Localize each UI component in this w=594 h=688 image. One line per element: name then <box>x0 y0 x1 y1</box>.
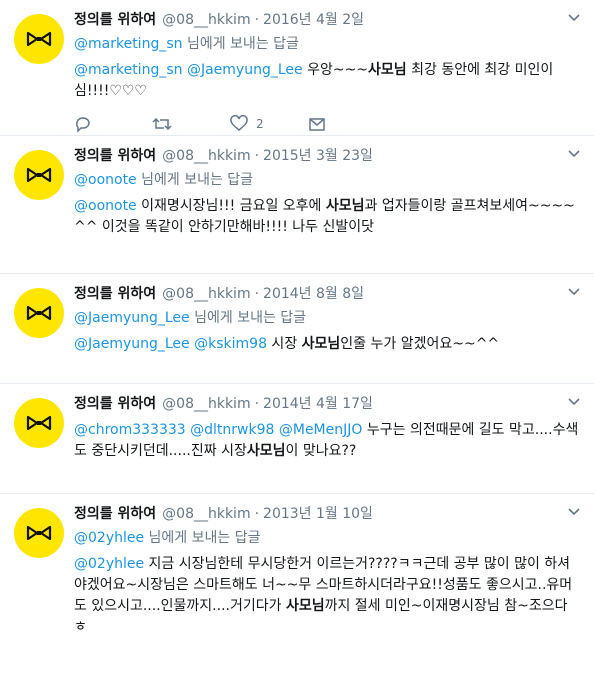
reply-button[interactable] <box>74 115 152 133</box>
highlight-text: 사모님 <box>246 443 286 459</box>
author-name[interactable]: 정의를 위하여 <box>74 146 156 166</box>
like-button[interactable]: 2 <box>230 115 308 133</box>
chevron-down-icon[interactable] <box>566 504 582 520</box>
avatar[interactable] <box>14 14 64 64</box>
tweet-header: 정의를 위하여 @08__hkkim · 2013년 1월 10일 <box>74 504 580 524</box>
tweet[interactable]: 정의를 위하여 @08__hkkim · 2014년 4월 17일 @chrom… <box>0 384 594 494</box>
reply-suffix: 님에게 보내는 답글 <box>182 36 299 52</box>
reply-context: @02yhlee 님에게 보내는 답글 <box>74 528 580 548</box>
tweet-date[interactable]: 2014년 8월 8일 <box>263 284 364 304</box>
mention-link[interactable]: @MeMenJJO <box>279 422 363 438</box>
text-segment: 이 맞나요?? <box>285 443 357 459</box>
retweet-icon <box>152 117 172 131</box>
author-name[interactable]: 정의를 위하여 <box>74 504 156 524</box>
tweet-date[interactable]: 2014년 4월 17일 <box>263 394 373 414</box>
retweet-button[interactable] <box>152 115 230 133</box>
tweet-header: 정의를 위하여 @08__hkkim · 2014년 4월 17일 <box>74 394 580 414</box>
text-segment: 시장 <box>266 336 302 352</box>
mention-link[interactable]: @kskim98 <box>194 336 267 352</box>
separator: · <box>254 12 260 28</box>
text-segment: 우앙~~~ <box>302 62 369 78</box>
author-handle[interactable]: @08__hkkim <box>162 504 250 524</box>
text-segment: 이재명시장님!!! 금요일 오후에 <box>136 198 326 214</box>
mention-link[interactable]: @Jaemyung_Lee <box>187 62 303 78</box>
tweet[interactable]: 정의를 위하여 @08__hkkim · 2015년 3월 23일 @oonot… <box>0 136 594 274</box>
tweet-text: @oonote 이재명시장님!!! 금요일 오후에 사모님과 업자들이랑 골프쳐… <box>74 196 580 238</box>
author-handle[interactable]: @08__hkkim <box>162 394 250 414</box>
highlight-text: 사모님 <box>301 336 341 352</box>
mention-link[interactable]: @dltnrwk98 <box>190 422 274 438</box>
reply-mention[interactable]: @marketing_sn <box>74 36 183 52</box>
tweet-header: 정의를 위하여 @08__hkkim · 2015년 3월 23일 <box>74 146 580 166</box>
heart-icon <box>230 115 248 131</box>
tweet[interactable]: 정의를 위하여 @08__hkkim · 2014년 8월 8일 @Jaemyu… <box>0 274 594 384</box>
reply-context: @oonote 님에게 보내는 답글 <box>74 170 580 190</box>
mention-link[interactable]: @oonote <box>74 198 137 214</box>
tweet-date[interactable]: 2015년 3월 23일 <box>263 146 373 166</box>
avatar[interactable] <box>14 508 64 558</box>
envelope-icon <box>309 118 325 131</box>
author-name[interactable]: 정의를 위하여 <box>74 10 156 30</box>
reply-suffix: 님에게 보내는 답글 <box>189 310 307 326</box>
logo-icon <box>26 525 52 541</box>
reply-mention[interactable]: @Jaemyung_Lee <box>74 310 190 326</box>
dm-button[interactable] <box>308 115 386 133</box>
author-handle[interactable]: @08__hkkim <box>162 146 250 166</box>
avatar[interactable] <box>14 398 64 448</box>
author-name[interactable]: 정의를 위하여 <box>74 394 156 414</box>
tweet-text: @marketing_sn @Jaemyung_Lee 우앙~~~사모님 최강 … <box>74 60 580 102</box>
reply-suffix: 님에게 보내는 답글 <box>144 530 261 546</box>
chevron-down-icon[interactable] <box>566 146 582 162</box>
reply-context: @Jaemyung_Lee 님에게 보내는 답글 <box>74 308 580 328</box>
tweet[interactable]: 정의를 위하여 @08__hkkim · 2013년 1월 10일 @02yhl… <box>0 494 594 688</box>
logo-icon <box>26 31 52 47</box>
reply-mention[interactable]: @oonote <box>74 172 137 188</box>
author-handle[interactable]: @08__hkkim <box>162 10 250 30</box>
chevron-down-icon[interactable] <box>566 284 582 300</box>
tweet-header: 정의를 위하여 @08__hkkim · 2016년 4월 2일 <box>74 10 580 30</box>
chevron-down-icon[interactable] <box>566 394 582 410</box>
tweet-header: 정의를 위하여 @08__hkkim · 2014년 8월 8일 <box>74 284 580 304</box>
reply-context: @marketing_sn 님에게 보내는 답글 <box>74 34 580 54</box>
author-name[interactable]: 정의를 위하여 <box>74 284 156 304</box>
reply-icon <box>76 117 90 133</box>
highlight-text: 사모님 <box>285 598 325 614</box>
text-segment: 인줄 누가 알겠어요~~^^ <box>340 336 500 352</box>
tweet-text: @Jaemyung_Lee @kskim98 시장 사모님인줄 누가 알겠어요~… <box>74 334 580 355</box>
avatar[interactable] <box>14 150 64 200</box>
reply-suffix: 님에게 보내는 답글 <box>136 172 254 188</box>
mention-link[interactable]: @02yhlee <box>74 556 144 572</box>
tweet-date[interactable]: 2013년 1월 10일 <box>263 504 373 524</box>
highlight-text: 사모님 <box>325 198 365 214</box>
tweet-text: @chrom333333 @dltnrwk98 @MeMenJJO 누구는 의전… <box>74 420 580 462</box>
author-handle[interactable]: @08__hkkim <box>162 284 250 304</box>
mention-link[interactable]: @marketing_sn <box>74 62 183 78</box>
highlight-text: 사모님 <box>368 62 407 78</box>
mention-link[interactable]: @chrom333333 <box>74 422 186 438</box>
separator: · <box>254 396 260 412</box>
tweet-timeline: 정의를 위하여 @08__hkkim · 2016년 4월 2일 @market… <box>0 0 594 688</box>
reply-mention[interactable]: @02yhlee <box>74 530 144 546</box>
tweet[interactable]: 정의를 위하여 @08__hkkim · 2016년 4월 2일 @market… <box>0 0 594 136</box>
like-count: 2 <box>256 117 264 131</box>
tweet-text: @02yhlee 지금 시장님한테 무시당한거 이르는거????ㅋㅋ근데 공부 … <box>74 554 580 638</box>
chevron-down-icon[interactable] <box>566 10 582 26</box>
separator: · <box>254 286 260 302</box>
separator: · <box>254 506 260 522</box>
logo-icon <box>26 167 52 183</box>
mention-link[interactable]: @Jaemyung_Lee <box>74 336 190 352</box>
tweet-date[interactable]: 2016년 4월 2일 <box>263 10 364 30</box>
separator: · <box>254 148 260 164</box>
avatar[interactable] <box>14 288 64 338</box>
logo-icon <box>26 305 52 321</box>
logo-icon <box>26 415 52 431</box>
